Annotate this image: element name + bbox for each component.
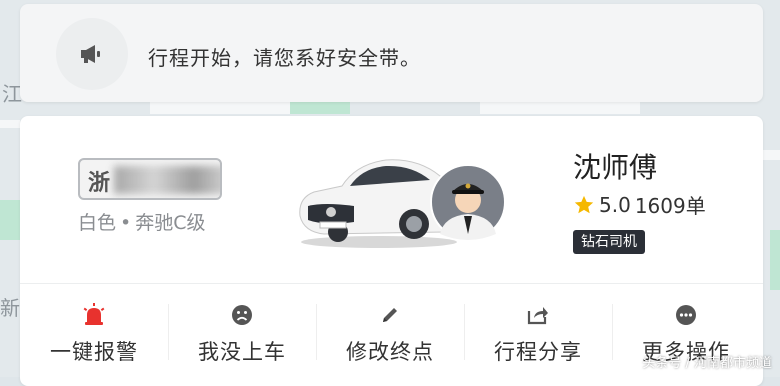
change-destination-label: 修改终点 xyxy=(346,340,434,364)
star-icon xyxy=(574,195,594,213)
change-destination-button[interactable]: 修改终点 xyxy=(316,284,464,386)
share-trip-label: 行程分享 xyxy=(494,340,582,364)
not-boarded-button[interactable]: 我没上车 xyxy=(168,284,316,386)
driver-badge: 钻石司机 xyxy=(573,230,645,254)
order-count: 1609单 xyxy=(634,194,706,218)
watermark: 头条号 / 河南都市频道 xyxy=(642,356,772,371)
share-icon xyxy=(525,302,551,328)
plate-text: 浙 xyxy=(88,171,111,196)
driver-avatar xyxy=(430,164,506,240)
notice-message: 行程开始，请您系好安全带。 xyxy=(148,46,421,70)
map-label: 江 xyxy=(2,82,22,106)
alarm-button[interactable]: 一键报警 xyxy=(20,284,168,386)
sad-face-icon xyxy=(229,302,255,328)
pencil-icon xyxy=(377,302,403,328)
car-color: 白色 xyxy=(78,212,117,234)
alarm-label: 一键报警 xyxy=(50,340,138,364)
driver-name: 沈师傅 xyxy=(573,151,658,184)
not-boarded-label: 我没上车 xyxy=(198,340,286,364)
driver-card: 浙 白色 • 奔驰C级 沈师傅 5.0 1609单 钻石司机 一键报警 我没上车… xyxy=(20,116,763,386)
car-description: 白色 • 奔驰C级 xyxy=(78,212,206,234)
plate-blur xyxy=(114,166,220,194)
megaphone-icon xyxy=(56,18,128,90)
car-model: 奔驰C级 xyxy=(135,212,206,234)
rating-score: 5.0 xyxy=(599,192,631,217)
more-icon xyxy=(673,302,699,328)
trip-start-notice: 行程开始，请您系好安全带。 xyxy=(20,4,763,102)
share-trip-button[interactable]: 行程分享 xyxy=(464,284,612,386)
driver-rating: 5.0 1609单 xyxy=(573,190,706,219)
license-plate: 浙 xyxy=(78,158,222,200)
alarm-icon xyxy=(81,302,107,328)
